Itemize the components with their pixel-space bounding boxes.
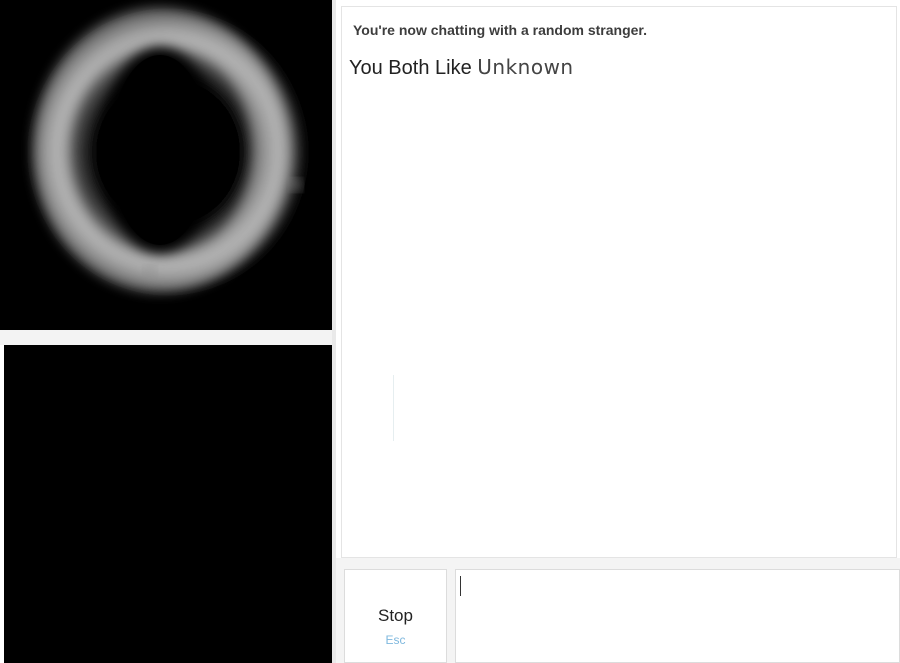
stop-button[interactable]: Stop Esc xyxy=(344,569,447,663)
message-input[interactable] xyxy=(455,569,900,663)
common-interests: You Both Like Unknown xyxy=(349,55,574,80)
stranger-video xyxy=(0,0,332,330)
status-message: You're now chatting with a random strang… xyxy=(353,22,647,38)
common-interests-prefix: You Both Like xyxy=(349,57,472,79)
artifact-line xyxy=(393,375,394,441)
text-cursor xyxy=(460,576,461,596)
stranger-video-frame xyxy=(0,0,332,330)
chat-log[interactable]: You're now chatting with a random strang… xyxy=(341,6,897,558)
chat-app: You're now chatting with a random strang… xyxy=(0,0,900,663)
stop-button-label: Stop xyxy=(378,606,413,625)
stop-shortcut-hint: Esc xyxy=(385,633,406,647)
common-interest-value: Unknown xyxy=(477,55,574,79)
self-video xyxy=(4,345,333,663)
video-separator xyxy=(0,330,335,345)
